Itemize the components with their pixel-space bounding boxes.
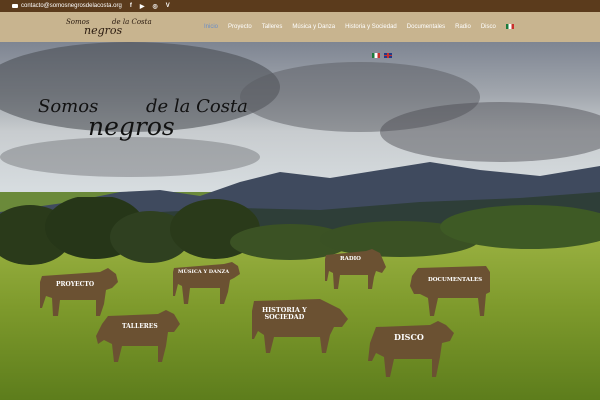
main-nav: Inicio Proyecto Talleres Música y Danza …	[204, 24, 514, 30]
cow-label-proyecto: PROYECTO	[56, 281, 95, 288]
cow-label-radio: RADIO	[340, 256, 361, 262]
cow-silhouette-icon	[410, 266, 490, 316]
nav-talleres[interactable]: Talleres	[262, 24, 283, 30]
social-links: f ▶ ◎ V	[130, 3, 170, 10]
language-switcher	[372, 53, 392, 58]
hero-title-costa: de la Costa	[146, 96, 248, 117]
nav-documentales[interactable]: Documentales	[407, 24, 445, 30]
cow-button-historia-sociedad[interactable]: HISTORIA Y SOCIEDAD	[250, 295, 348, 353]
cow-button-proyecto[interactable]: PROYECTO	[38, 268, 120, 316]
envelope-icon	[12, 4, 18, 8]
cow-label-historia-sociedad: HISTORIA Y SOCIEDAD	[262, 307, 307, 321]
cow-button-musica-danza[interactable]: MÚSICA Y DANZA	[172, 262, 240, 304]
nav-musica-danza[interactable]: Música y Danza	[292, 24, 335, 30]
cow-button-talleres[interactable]: TALLERES	[94, 310, 180, 362]
nav-inicio[interactable]: Inicio	[204, 24, 218, 30]
email-text: contacto@somosnegrosdelacosta.org	[21, 3, 122, 9]
cow-label-musica-danza: MÚSICA Y DANZA	[178, 269, 230, 275]
cow-label-disco: DISCO	[394, 332, 424, 342]
instagram-icon[interactable]: ◎	[152, 3, 157, 10]
vimeo-icon[interactable]: V	[166, 3, 170, 10]
cow-silhouette-icon	[96, 310, 180, 362]
site-header: Somos negros de la Costa Inicio Proyecto…	[0, 12, 600, 42]
tree-line	[0, 197, 600, 265]
email-link[interactable]: contacto@somosnegrosdelacosta.org	[12, 3, 122, 9]
facebook-icon[interactable]: f	[130, 3, 132, 10]
nav-proyecto[interactable]: Proyecto	[228, 24, 252, 30]
cow-silhouette-icon	[252, 299, 348, 353]
logo-line3: de la Costa	[112, 18, 152, 26]
cow-silhouette-icon	[325, 249, 386, 289]
language-flag-icon[interactable]	[505, 24, 514, 29]
cow-label-documentales: DOCUMENTALES	[428, 277, 483, 283]
youtube-icon[interactable]: ▶	[140, 3, 145, 10]
flag-mexico-icon[interactable]	[372, 53, 380, 58]
nav-disco[interactable]: Disco	[481, 24, 496, 30]
cow-button-radio[interactable]: RADIO	[324, 249, 386, 289]
top-bar: contacto@somosnegrosdelacosta.org f ▶ ◎ …	[0, 0, 600, 12]
nav-radio[interactable]: Radio	[455, 24, 471, 30]
cow-silhouette-icon	[368, 321, 454, 377]
cow-button-documentales[interactable]: DOCUMENTALES	[408, 264, 492, 316]
cow-button-disco[interactable]: DISCO	[366, 321, 456, 377]
cow-silhouette-icon	[40, 268, 118, 316]
site-logo[interactable]: Somos negros de la Costa	[66, 15, 156, 39]
nav-historia-sociedad[interactable]: Historia y Sociedad	[345, 24, 397, 30]
cow-label-talleres: TALLERES	[122, 323, 158, 330]
cow-label-historia-line2: SOCIEDAD	[264, 312, 305, 321]
flag-uk-icon[interactable]	[384, 53, 392, 58]
